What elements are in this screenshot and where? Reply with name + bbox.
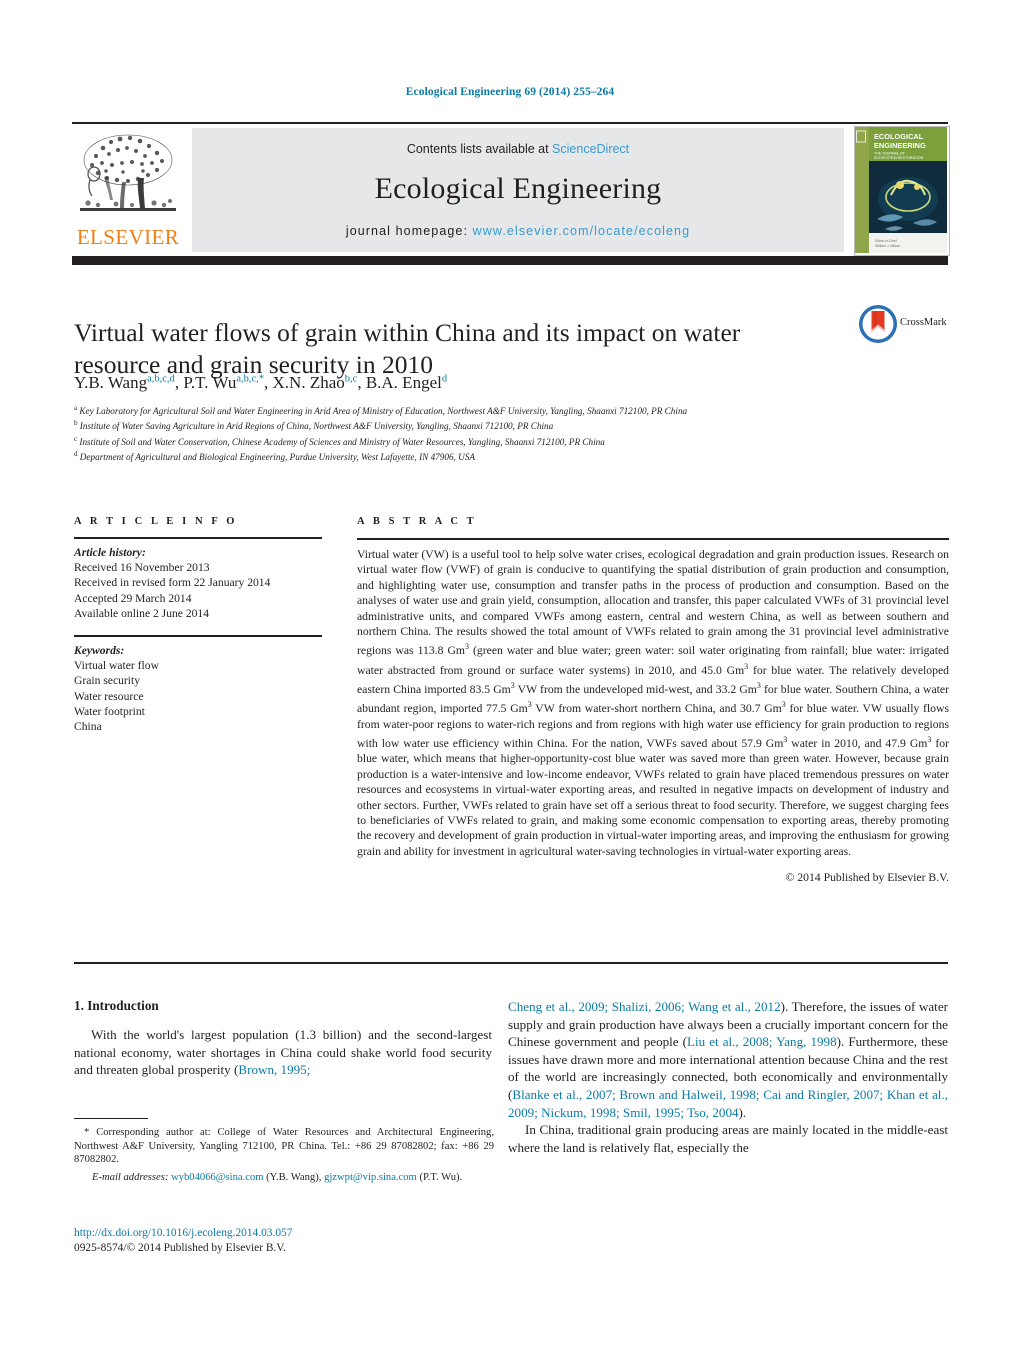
author-affil-marks[interactable]: b,c (345, 373, 358, 384)
masthead-top-rule (72, 122, 948, 124)
journal-title: Ecological Engineering (374, 172, 662, 205)
contents-prefix: Contents lists available at (406, 142, 553, 156)
affiliation-mark: d (74, 450, 78, 459)
svg-text:ENGINEERING: ENGINEERING (874, 141, 926, 150)
author-name: B.A. Engel (365, 373, 442, 392)
sciencedirect-link[interactable]: ScienceDirect (552, 142, 629, 156)
journal-masthead: ELSEVIER Contents lists available at Sci… (72, 126, 950, 256)
keyword-list: Keywords: Virtual water flow Grain secur… (74, 643, 322, 734)
keyword-item[interactable]: China (74, 720, 102, 733)
affiliation-list: a Key Laboratory for Agricultural Soil a… (74, 402, 874, 464)
journal-homepage-line: journal homepage: www.elsevier.com/locat… (192, 224, 844, 238)
affiliation-mark: c (74, 434, 78, 443)
affiliation-text: Institute of Soil and Water Conservation… (79, 437, 605, 447)
homepage-prefix: journal homepage: (345, 224, 473, 238)
affiliation-text: Institute of Water Saving Agriculture in… (79, 421, 554, 432)
author-affil-marks[interactable]: d (442, 373, 447, 384)
author-affil-marks[interactable]: a,b,c,d (147, 373, 175, 384)
svg-text:THE JOURNAL OF: THE JOURNAL OF (874, 152, 906, 156)
keyword-item[interactable]: Water resource (74, 690, 144, 703)
affiliation-item: b Institute of Water Saving Agriculture … (74, 417, 874, 432)
footnote-separator (74, 1118, 148, 1119)
section-heading-introduction: 1. Introduction (74, 998, 159, 1013)
author-name: X.N. Zhao (272, 373, 345, 392)
abstract-heading: A B S T R A C T (357, 516, 477, 527)
svg-text:ECOLOGICAL: ECOLOGICAL (874, 132, 924, 141)
affiliation-item: d Department of Agricultural and Biologi… (74, 448, 874, 463)
article-info-column: A R T I C L E I N F O Article history: R… (74, 516, 322, 734)
svg-text:ECOSYSTEM RESTORATION: ECOSYSTEM RESTORATION (874, 156, 924, 160)
affiliation-item: c Institute of Soil and Water Conservati… (74, 433, 874, 448)
intro-paragraph-right-1: Cheng et al., 2009; Shalizi, 2006; Wang … (508, 999, 948, 1120)
affiliation-item: a Key Laboratory for Agricultural Soil a… (74, 402, 874, 417)
page-title: Virtual water flows of grain within Chin… (74, 318, 741, 380)
article-first-page: Ecological Engineering 69 (2014) 255–264 (0, 0, 1020, 1351)
keywords-label: Keywords: (74, 644, 125, 658)
article-history: Article history: Received 16 November 20… (74, 545, 322, 621)
corresponding-author-note: * Corresponding author at: College of Wa… (74, 1127, 494, 1166)
running-head: Ecological Engineering 69 (2014) 255–264 (405, 86, 615, 98)
history-item: Received 16 November 2013 (74, 561, 210, 575)
issn-copyright-line: 0925-8574/© 2014 Published by Elsevier B… (74, 1241, 286, 1254)
elsevier-logo[interactable]: ELSEVIER (72, 128, 184, 254)
history-item: Accepted 29 March 2014 (74, 591, 192, 605)
abstract-copyright: © 2014 Published by Elsevier B.V. (785, 871, 949, 885)
contents-lists-line: Contents lists available at ScienceDirec… (192, 142, 844, 156)
keyword-item[interactable]: Virtual water flow (74, 659, 159, 672)
body-column-right: Cheng et al., 2009; Shalizi, 2006; Wang … (508, 998, 948, 1156)
masthead-bottom-rule (72, 256, 948, 265)
email-addresses-note: E-mail addresses: wyb04066@sina.com (Y.B… (92, 1171, 463, 1183)
keyword-item[interactable]: Water footprint (74, 705, 145, 718)
keywords-rule (74, 635, 322, 638)
author-name: P.T. Wu (183, 373, 237, 392)
elsevier-tree-icon (80, 134, 176, 211)
abstract-column: A B S T R A C T Virtual water (VW) is a … (357, 516, 949, 884)
author-name: Y.B. Wang (74, 373, 148, 392)
affiliation-mark: a (74, 404, 78, 412)
svg-text:Editor-in-Chief: Editor-in-Chief (875, 239, 897, 243)
crossmark-label: CrossMark (900, 317, 947, 328)
history-item: Received in revised form 22 January 2014 (74, 576, 271, 590)
footnote-block: * Corresponding author at: College of Wa… (74, 1126, 494, 1184)
affiliation-mark: b (74, 419, 78, 428)
body-column-left: 1. Introduction With the world's largest… (74, 998, 492, 1079)
journal-homepage-link[interactable]: www.elsevier.com/locate/ecoleng (473, 224, 691, 238)
intro-paragraph-left: With the world's largest population (1.3… (74, 1027, 492, 1078)
affiliation-text: Key Laboratory for Agricultural Soil and… (79, 406, 688, 417)
elsevier-wordmark: ELSEVIER (76, 225, 180, 249)
crossmark-icon (859, 305, 897, 343)
abstract-rule (357, 538, 949, 540)
journal-band: Contents lists available at ScienceDirec… (192, 128, 844, 252)
article-info-heading: A R T I C L E I N F O (74, 516, 238, 527)
doi-link[interactable]: http://dx.doi.org/10.1016/j.ecoleng.2014… (74, 1226, 504, 1241)
author-affil-marks[interactable]: a,b,c,* (236, 373, 264, 384)
abstract-text: Virtual water (VW) is a useful tool to h… (357, 548, 949, 858)
article-info-rule (74, 537, 322, 539)
doi-block: http://dx.doi.org/10.1016/j.ecoleng.2014… (74, 1226, 504, 1255)
journal-cover-image: ECOLOGICAL ENGINEERING THE JOURNAL OF EC… (855, 127, 947, 253)
body-divider-rule (74, 962, 948, 964)
article-history-label: Article history: (74, 546, 146, 559)
author-list: Y.B. Wanga,b,c,d, P.T. Wua,b,c,*, X.N. Z… (74, 373, 448, 392)
journal-cover-thumbnail[interactable]: ECOLOGICAL ENGINEERING THE JOURNAL OF EC… (854, 126, 950, 256)
affiliation-text: Department of Agricultural and Biologica… (79, 452, 475, 463)
intro-paragraph-right-2: In China, traditional grain producing ar… (508, 1122, 948, 1155)
keyword-item[interactable]: Grain security (74, 674, 140, 687)
svg-text:William J. Mitsch: William J. Mitsch (875, 244, 900, 248)
crossmark-badge[interactable]: CrossMark (858, 304, 958, 348)
history-item: Available online 2 June 2014 (74, 606, 210, 620)
